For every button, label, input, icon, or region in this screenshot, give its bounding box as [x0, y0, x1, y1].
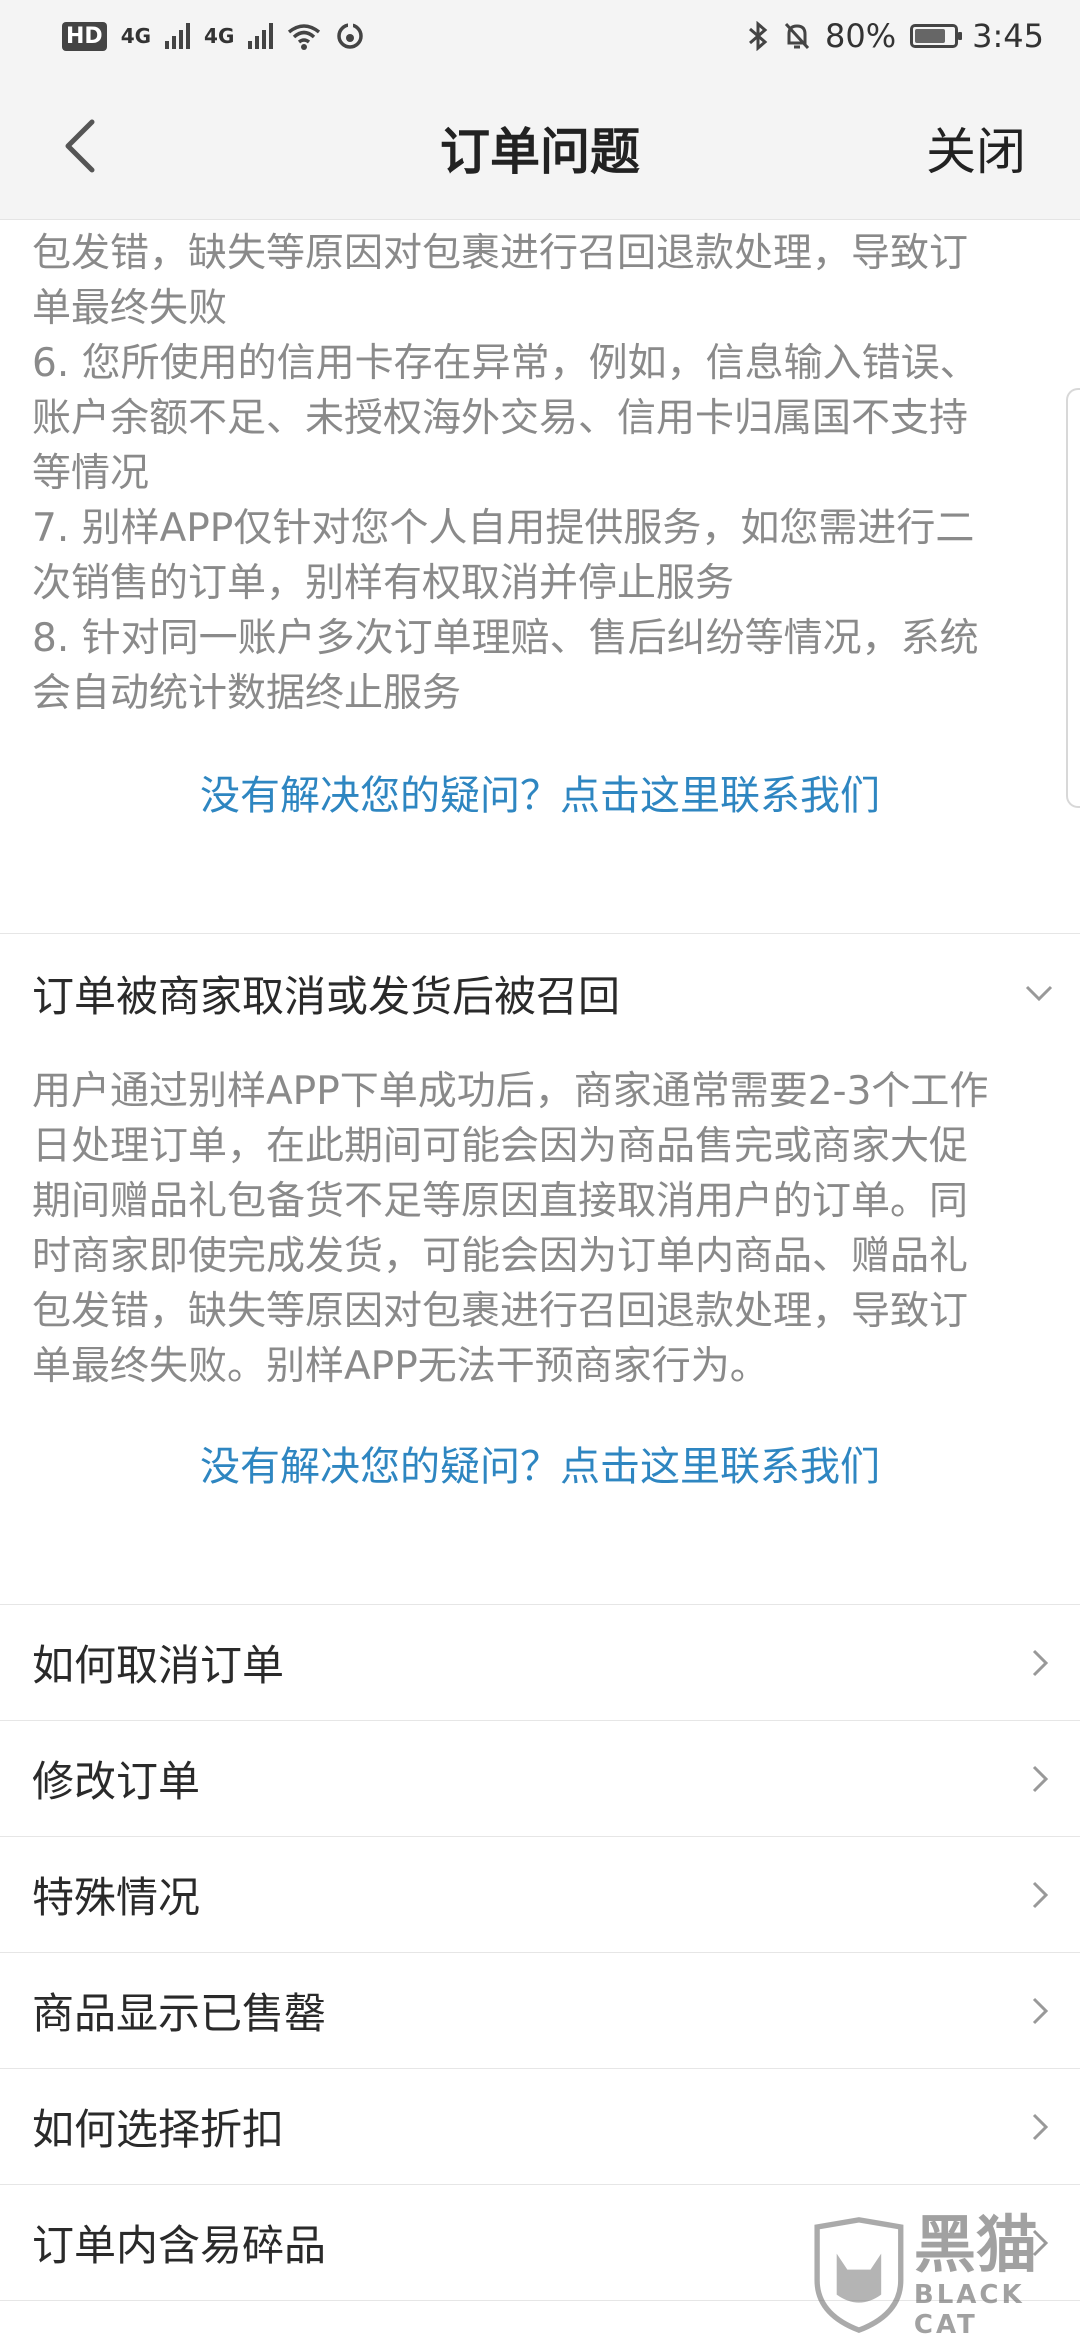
battery-percent: 80% [825, 17, 897, 55]
list-item-modify-order[interactable]: 修改订单 [0, 1721, 1080, 1837]
answer-line: 7. 别样APP仅针对您个人自用提供服务，如您需进行二 [32, 506, 975, 551]
answer-line: 时商家即使完成发货，可能会因为订单内商品、赠品礼 [32, 1234, 969, 1279]
watermark-en: BLACK CAT [913, 2280, 1025, 2340]
watermark-text: 黑猫 BLACK CAT [914, 2210, 1080, 2340]
list-item-cancel-order[interactable]: 如何取消订单 [0, 1605, 1080, 1721]
nav-bar: 订单问题 关闭 [0, 72, 1080, 220]
contact-us-link[interactable]: 没有解决您的疑问？点击这里联系我们 [0, 1434, 1080, 1492]
list-item-choose-discount[interactable]: 如何选择折扣 [0, 2069, 1080, 2185]
status-bar: HD 4G 4G 80% 3:45 [0, 0, 1080, 72]
chevron-right-icon [1032, 1649, 1049, 1676]
answer-line: 8. 针对同一账户多次订单理赔、售后纠纷等情况，系统 [32, 616, 979, 661]
hotspot-icon [337, 23, 364, 49]
faq-answer-previous: 包发错，缺失等原因对包裹进行召回退款处理，导致订 单最终失败 6. 您所使用的信… [0, 220, 1080, 721]
list-item-label: 如何选择折扣 [32, 2105, 285, 2154]
wifi-icon [288, 24, 321, 50]
question-title: 订单被商家取消或发货后被召回 [32, 971, 621, 1021]
chevron-right-icon [1032, 2113, 1049, 2140]
watermark-cn: 黑猫 [913, 2208, 1038, 2281]
contact-us-link[interactable]: 没有解决您的疑问？点击这里联系我们 [0, 763, 1080, 821]
list-item-label: 特殊情况 [32, 1873, 201, 1922]
chevron-down-icon [1025, 985, 1053, 1002]
list-item-label: 如何取消订单 [32, 1641, 285, 1690]
answer-line: 次销售的订单，别样有权取消并停止服务 [32, 561, 735, 606]
status-left: HD 4G 4G [62, 21, 365, 51]
black-cat-watermark: 黑猫 BLACK CAT [810, 2210, 1080, 2340]
hd-icon: HD [62, 21, 107, 51]
chevron-right-icon [1032, 1765, 1049, 1792]
signal-icon [165, 23, 191, 49]
scroll-indicator[interactable] [1066, 388, 1080, 808]
answer-line: 包发错，缺失等原因对包裹进行召回退款处理，导致订 [32, 231, 969, 276]
close-button[interactable]: 关闭 [926, 112, 1026, 184]
answer-line: 等情况 [32, 451, 150, 496]
status-right: 80% 3:45 [747, 17, 1044, 55]
answer-line: 单最终失败 [32, 286, 228, 331]
list-item-special-cases[interactable]: 特殊情况 [0, 1837, 1080, 1953]
answer-line: 会自动统计数据终止服务 [32, 671, 462, 716]
chevron-right-icon [1032, 1881, 1049, 1908]
answer-line: 用户通过别样APP下单成功后，商家通常需要2-3个工作 [32, 1069, 989, 1114]
answer-line: 单最终失败。别样APP无法干预商家行为。 [32, 1344, 769, 1389]
network-type-2: 4G [204, 24, 235, 48]
battery-icon [910, 24, 963, 48]
faq-question-cancelled-recalled[interactable]: 订单被商家取消或发货后被召回 [0, 934, 1080, 1052]
faq-content[interactable]: 包发错，缺失等原因对包裹进行召回退款处理，导致订 单最终失败 6. 您所使用的信… [0, 220, 1080, 2301]
answer-line: 期间赠品礼包备货不足等原因直接取消用户的订单。同 [32, 1179, 969, 1224]
signal-icon [248, 23, 274, 49]
list-item-label: 订单内含易碎品 [32, 2221, 327, 2270]
page-title: 订单问题 [440, 123, 640, 181]
answer-line: 日处理订单，在此期间可能会因为商品售完或商家大促 [32, 1124, 969, 1169]
chevron-right-icon [1032, 1997, 1049, 2024]
answer-line: 账户余额不足、未授权海外交易、信用卡归属国不支持 [32, 396, 969, 441]
answer-line: 包发错，缺失等原因对包裹进行召回退款处理，导致订 [32, 1289, 969, 1334]
black-cat-logo-icon [814, 2217, 904, 2334]
list-item-sold-out[interactable]: 商品显示已售罄 [0, 1953, 1080, 2069]
faq-answer-cancelled-recalled: 用户通过别样APP下单成功后，商家通常需要2-3个工作 日处理订单，在此期间可能… [0, 1052, 1080, 1394]
network-type-1: 4G [120, 24, 152, 48]
clock: 3:45 [972, 17, 1044, 55]
list-item-label: 商品显示已售罄 [32, 1989, 327, 2038]
list-item-label: 修改订单 [32, 1757, 201, 1806]
bluetooth-icon [749, 21, 768, 51]
mute-bell-icon [784, 22, 810, 50]
answer-line: 6. 您所使用的信用卡存在异常，例如，信息输入错误、 [32, 341, 979, 386]
